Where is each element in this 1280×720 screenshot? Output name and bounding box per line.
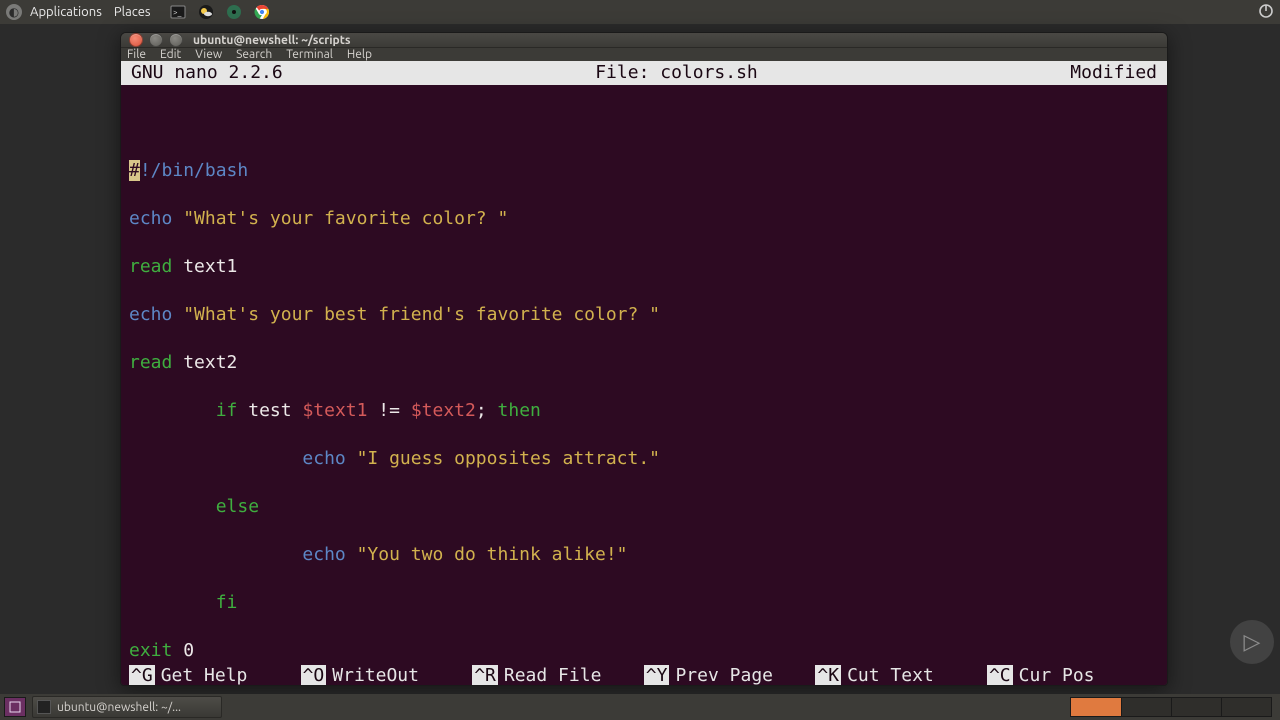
nano-shortcut: ^R Read File	[472, 665, 644, 686]
nano-editor[interactable]: #!/bin/bash echo "What's your favorite c…	[121, 85, 1167, 686]
terminal-icon	[37, 700, 51, 714]
shortcut-label: Cut Text	[847, 665, 934, 686]
code-line	[129, 111, 1159, 135]
nano-header: GNU nano 2.2.6 File: colors.sh Modified	[121, 61, 1167, 85]
bottom-panel: ubuntu@newshell: ~/...	[0, 694, 1280, 720]
nano-shortcut: ^YPrev Page	[644, 665, 816, 686]
nano-shortcut: ^K Cut Text	[815, 665, 987, 686]
disc-icon[interactable]	[225, 3, 243, 21]
ubuntu-logo-icon[interactable]: ◐	[6, 4, 22, 20]
menu-file[interactable]: File	[127, 48, 146, 61]
shortcut-key: ^C	[987, 665, 1013, 686]
window-title: ubuntu@newshell: ~/scripts	[193, 34, 351, 47]
menu-help[interactable]: Help	[347, 48, 372, 61]
code-line: read text2	[129, 351, 1159, 375]
code-line: if test $text1 != $text2; then	[129, 399, 1159, 423]
nano-shortcut: ^C Cur Pos	[987, 665, 1159, 686]
workspace-1[interactable]	[1071, 698, 1121, 716]
window-minimize-button[interactable]	[149, 33, 163, 47]
shortcut-key: ^K	[815, 665, 841, 686]
terminal-menubar: File Edit View Search Terminal Help	[121, 47, 1167, 61]
svg-text:>_: >_	[173, 8, 182, 17]
places-menu[interactable]: Places	[114, 5, 151, 19]
shortcut-key: ^O	[301, 665, 327, 686]
code-line: else	[129, 495, 1159, 519]
applications-menu[interactable]: Applications	[30, 5, 102, 19]
terminal-body[interactable]: GNU nano 2.2.6 File: colors.sh Modified …	[121, 61, 1167, 686]
show-desktop-button[interactable]	[4, 697, 26, 717]
shortcut-label: Prev Page	[675, 665, 773, 686]
power-icon[interactable]	[1258, 3, 1274, 22]
nano-version: GNU nano 2.2.6	[131, 61, 283, 85]
code-line: read text1	[129, 255, 1159, 279]
taskbar-item-label: ubuntu@newshell: ~/...	[57, 701, 181, 714]
code-line: echo "I guess opposites attract."	[129, 447, 1159, 471]
shortcut-key: ^Y	[644, 665, 670, 686]
code-line: echo "You two do think alike!"	[129, 543, 1159, 567]
weather-icon[interactable]	[197, 3, 215, 21]
code-line: echo "What's your favorite color? "	[129, 207, 1159, 231]
workspace-3[interactable]	[1171, 698, 1221, 716]
shortcut-key: ^R	[472, 665, 498, 686]
window-maximize-button[interactable]	[169, 33, 183, 47]
code-line: exit 0	[129, 639, 1159, 663]
shortcut-label: WriteOut	[332, 665, 419, 686]
menu-search[interactable]: Search	[236, 48, 272, 61]
terminal-window: ubuntu@newshell: ~/scripts File Edit Vie…	[120, 32, 1168, 686]
workspace-2[interactable]	[1121, 698, 1171, 716]
shortcut-label: Cur Pos	[1019, 665, 1095, 686]
workspace-4[interactable]	[1221, 698, 1271, 716]
menu-edit[interactable]: Edit	[160, 48, 181, 61]
code-line: echo "What's your best friend's favorite…	[129, 303, 1159, 327]
taskbar-item-terminal[interactable]: ubuntu@newshell: ~/...	[32, 696, 222, 718]
shortcut-label: Get Help	[161, 665, 248, 686]
menu-view[interactable]: View	[195, 48, 222, 61]
workspace-switcher[interactable]	[1070, 697, 1272, 717]
shortcut-key: ^G	[129, 665, 155, 686]
chrome-icon[interactable]	[253, 3, 271, 21]
desktop: ubuntu@newshell: ~/scripts File Edit Vie…	[0, 24, 1280, 694]
code-line: #!/bin/bash	[129, 159, 1159, 183]
terminal-icon[interactable]: >_	[169, 3, 187, 21]
shortcut-label: Read File	[504, 665, 602, 686]
launcher-icons: >_	[169, 3, 271, 21]
nano-shortcuts: ^GGet Help^OWriteOut^RRead File^YPrev Pa…	[121, 665, 1167, 686]
nano-filename: File: colors.sh	[283, 61, 1071, 85]
watermark-icon: ▷	[1230, 620, 1274, 664]
code-line: fi	[129, 591, 1159, 615]
nano-shortcut: ^OWriteOut	[301, 665, 473, 686]
nano-modified-status: Modified	[1070, 61, 1157, 85]
window-titlebar[interactable]: ubuntu@newshell: ~/scripts	[121, 33, 1167, 47]
top-panel: ◐ Applications Places >_	[0, 0, 1280, 24]
menu-terminal[interactable]: Terminal	[286, 48, 333, 61]
text-cursor: #	[129, 160, 140, 181]
window-close-button[interactable]	[129, 33, 143, 47]
nano-shortcut: ^G Get Help	[129, 665, 301, 686]
